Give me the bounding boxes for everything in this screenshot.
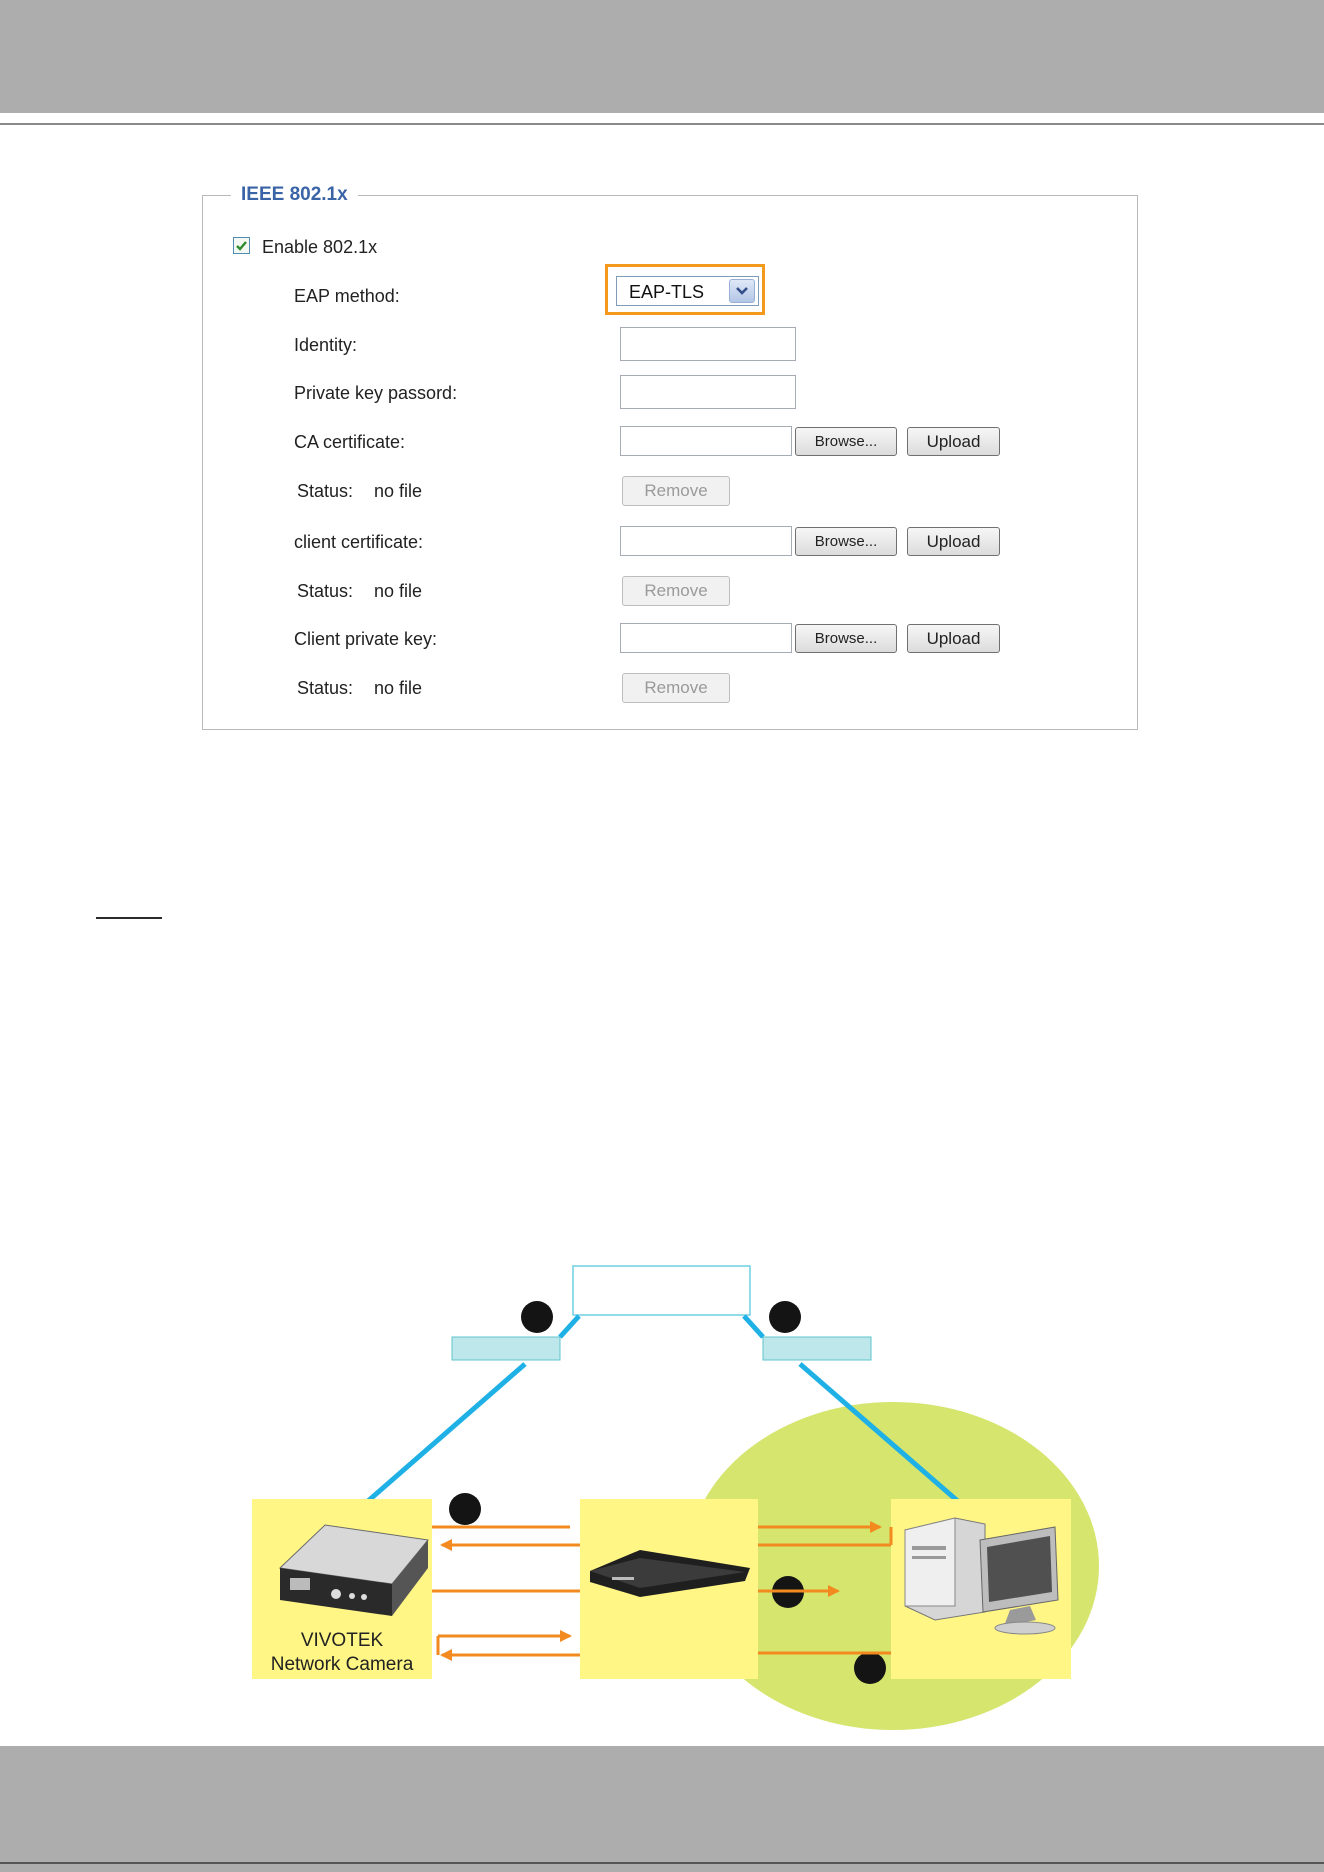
blue-link-right-top: [742, 1314, 765, 1339]
blue-arrow-to-camera: [342, 1362, 527, 1524]
client-cert-upload-button[interactable]: Upload: [907, 527, 1000, 556]
client-cert-status-label: Status:: [297, 581, 354, 601]
client-key-upload-button[interactable]: Upload: [907, 624, 1000, 653]
section-title: IEEE 802.1x: [231, 184, 358, 206]
client-key-browse-button[interactable]: Browse...: [795, 624, 897, 653]
ca-certificate-label: CA certificate:: [294, 432, 406, 452]
step-marker: [854, 1652, 886, 1684]
client-cert-remove-button[interactable]: Remove: [622, 576, 730, 606]
left-cert-label-box: [451, 1336, 561, 1361]
client-private-key-label: Client private key:: [294, 629, 438, 649]
client-cert-browse-button[interactable]: Browse...: [795, 527, 897, 556]
camera-caption-line1: VIVOTEK: [300, 1630, 384, 1651]
client-private-key-file-input[interactable]: [620, 623, 792, 653]
footer-bar: [0, 1746, 1324, 1872]
ca-browse-button[interactable]: Browse...: [795, 427, 897, 456]
ca-upload-button[interactable]: Upload: [907, 427, 1000, 456]
enable-8021x-checkbox[interactable]: [233, 237, 250, 254]
ca-certificate-file-input[interactable]: [620, 426, 792, 456]
client-certificate-label: client certificate:: [294, 532, 424, 552]
step-marker: [521, 1301, 553, 1333]
blue-link-left-top: [558, 1314, 581, 1339]
client-key-status-value: no file: [374, 678, 423, 698]
certificate-authority-box: [572, 1265, 751, 1316]
header-rule: [0, 123, 1324, 125]
network-diagram: [252, 1265, 1099, 1730]
identity-label: Identity:: [294, 335, 358, 355]
step-marker: [769, 1301, 801, 1333]
eap-method-value: EAP-TLS: [629, 282, 705, 302]
right-cert-label-box: [762, 1336, 872, 1361]
enable-8021x-label: Enable 802.1x: [262, 237, 378, 257]
ca-remove-button[interactable]: Remove: [622, 476, 730, 506]
step-marker: [449, 1493, 481, 1525]
private-key-password-label: Private key passord:: [294, 383, 458, 403]
client-certificate-file-input[interactable]: [620, 526, 792, 556]
ca-status-label: Status:: [297, 481, 354, 501]
checkmark-icon: [236, 241, 247, 251]
camera-caption-line2: Network Camera: [270, 1654, 414, 1675]
client-key-remove-button[interactable]: Remove: [622, 673, 730, 703]
private-key-password-input[interactable]: [620, 375, 796, 409]
client-key-status-label: Status:: [297, 678, 354, 698]
ca-status-value: no file: [374, 481, 423, 501]
eap-method-label: EAP method:: [294, 286, 400, 306]
header-bar: [0, 0, 1324, 113]
client-cert-status-value: no file: [374, 581, 423, 601]
identity-input[interactable]: [620, 327, 796, 361]
footer-rule: [0, 1862, 1324, 1864]
note-underline: [96, 917, 162, 919]
chevron-down-icon[interactable]: [729, 279, 755, 303]
